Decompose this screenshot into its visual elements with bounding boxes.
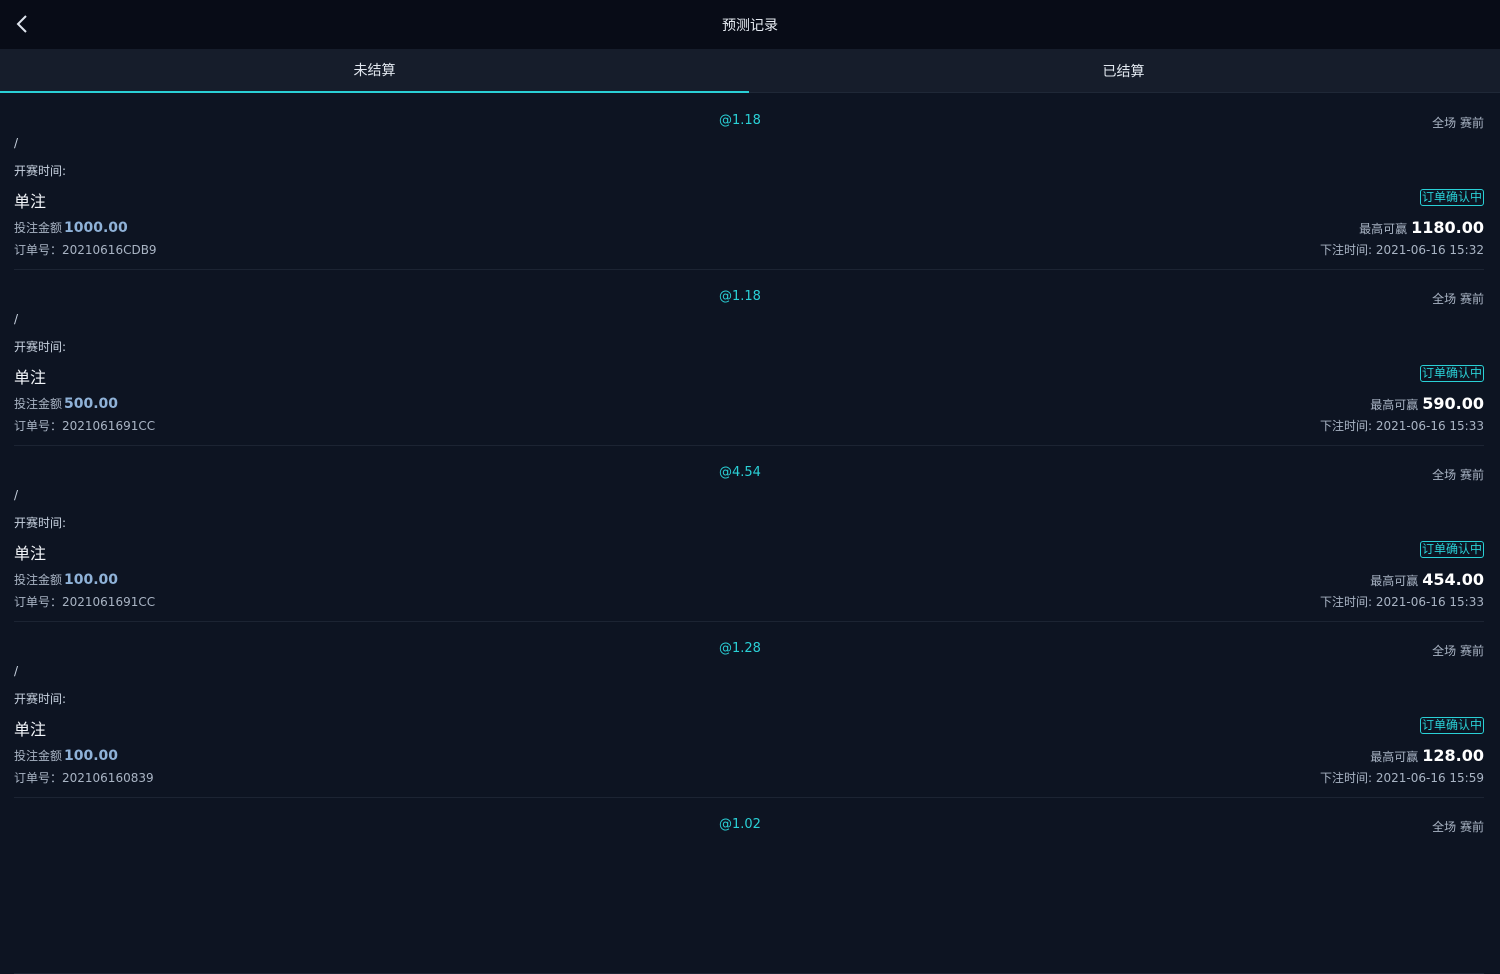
match-name: / xyxy=(14,664,19,678)
app-header: 预测记录 xyxy=(0,0,1500,49)
start-time-label: 开赛时间: xyxy=(14,164,67,178)
start-time-label: 开赛时间: xyxy=(14,692,67,706)
max-win-amount: 128.00 xyxy=(1422,746,1484,765)
stake-label: 投注金额 xyxy=(14,749,63,763)
back-button[interactable] xyxy=(8,10,36,38)
order-number: 订单号：2021061691CC xyxy=(14,595,156,609)
place-time: 下注时间: 2021-06-16 15:59 xyxy=(1320,771,1484,785)
order-card[interactable]: @1.28 全场 赛前 / 开赛时间: 单注 订单确认中 投注金额 100.00… xyxy=(14,622,1484,798)
bet-type: 单注 xyxy=(14,544,47,563)
max-win-label: 最高可赢 xyxy=(1370,398,1419,412)
max-win-amount: 454.00 xyxy=(1422,570,1484,589)
match-name: / xyxy=(14,488,19,502)
page-title: 预测记录 xyxy=(722,17,778,34)
order-odds: @1.18 xyxy=(719,289,761,304)
stake: 投注金额 100.00 xyxy=(14,571,118,588)
stake: 投注金额 500.00 xyxy=(14,395,118,412)
order-tags: 全场 赛前 xyxy=(1432,116,1484,130)
max-win-label: 最高可赢 xyxy=(1370,574,1419,588)
match-name: / xyxy=(14,136,19,150)
max-win-label: 最高可赢 xyxy=(1370,750,1419,764)
order-card[interactable]: @1.02 全场 赛前 xyxy=(14,798,1484,974)
order-card[interactable]: @4.54 全场 赛前 / 开赛时间: 单注 订单确认中 投注金额 100.00… xyxy=(14,446,1484,622)
max-win-label: 最高可赢 xyxy=(1359,222,1408,236)
start-time-label: 开赛时间: xyxy=(14,516,67,530)
tab-settled[interactable]: 已结算 xyxy=(749,49,1498,93)
order-odds: @4.54 xyxy=(719,465,761,480)
max-win: 最高可赢 128.00 xyxy=(1370,746,1484,765)
place-time: 下注时间: 2021-06-16 15:32 xyxy=(1320,243,1484,257)
max-win-amount: 590.00 xyxy=(1422,394,1484,413)
stake-label: 投注金额 xyxy=(14,397,63,411)
stake-label: 投注金额 xyxy=(14,221,63,235)
chevron-left-icon xyxy=(16,15,27,33)
max-win: 最高可赢 454.00 xyxy=(1370,570,1484,589)
order-number: 订单号：2021061691CC xyxy=(14,419,156,433)
tab-bar: 未结算 已结算 xyxy=(0,49,1500,93)
order-tags: 全场 赛前 xyxy=(1432,292,1484,306)
max-win: 最高可赢 590.00 xyxy=(1370,394,1484,413)
order-odds: @1.18 xyxy=(719,113,761,128)
max-win-amount: 1180.00 xyxy=(1411,218,1484,237)
order-card[interactable]: @1.18 全场 赛前 / 开赛时间: 单注 订单确认中 投注金额 500.00… xyxy=(14,270,1484,446)
place-time: 下注时间: 2021-06-16 15:33 xyxy=(1320,595,1484,609)
stake-amount: 100.00 xyxy=(64,572,119,588)
stake: 投注金额 1000.00 xyxy=(14,219,128,236)
order-odds: @1.02 xyxy=(719,817,761,832)
order-card[interactable]: @1.18 全场 赛前 / 开赛时间: 单注 订单确认中 投注金额 1000.0… xyxy=(14,94,1484,270)
stake-amount: 100.00 xyxy=(64,748,119,764)
order-number: 订单号：202106160839 xyxy=(14,771,154,785)
max-win: 最高可赢 1180.00 xyxy=(1359,218,1484,237)
order-number: 订单号：20210616CDB9 xyxy=(14,243,157,257)
order-odds: @1.28 xyxy=(719,641,761,656)
status-badge: 订单确认中 xyxy=(1419,541,1484,558)
match-name: / xyxy=(14,312,19,326)
stake-amount: 500.00 xyxy=(64,396,119,412)
tab-unsettled[interactable]: 未结算 xyxy=(0,49,749,93)
stake: 投注金额 100.00 xyxy=(14,747,118,764)
place-time: 下注时间: 2021-06-16 15:33 xyxy=(1320,419,1484,433)
order-tags: 全场 赛前 xyxy=(1432,468,1484,482)
order-tags: 全场 赛前 xyxy=(1432,644,1484,658)
bet-type: 单注 xyxy=(14,720,47,739)
stake-amount: 1000.00 xyxy=(64,220,128,236)
stake-label: 投注金额 xyxy=(14,573,63,587)
status-badge: 订单确认中 xyxy=(1419,365,1484,382)
order-list: @1.18 全场 赛前 / 开赛时间: 单注 订单确认中 投注金额 1000.0… xyxy=(14,94,1484,974)
bet-type: 单注 xyxy=(14,192,47,211)
bet-type: 单注 xyxy=(14,368,47,387)
status-badge: 订单确认中 xyxy=(1419,189,1484,206)
status-badge: 订单确认中 xyxy=(1419,717,1484,734)
start-time-label: 开赛时间: xyxy=(14,340,67,354)
